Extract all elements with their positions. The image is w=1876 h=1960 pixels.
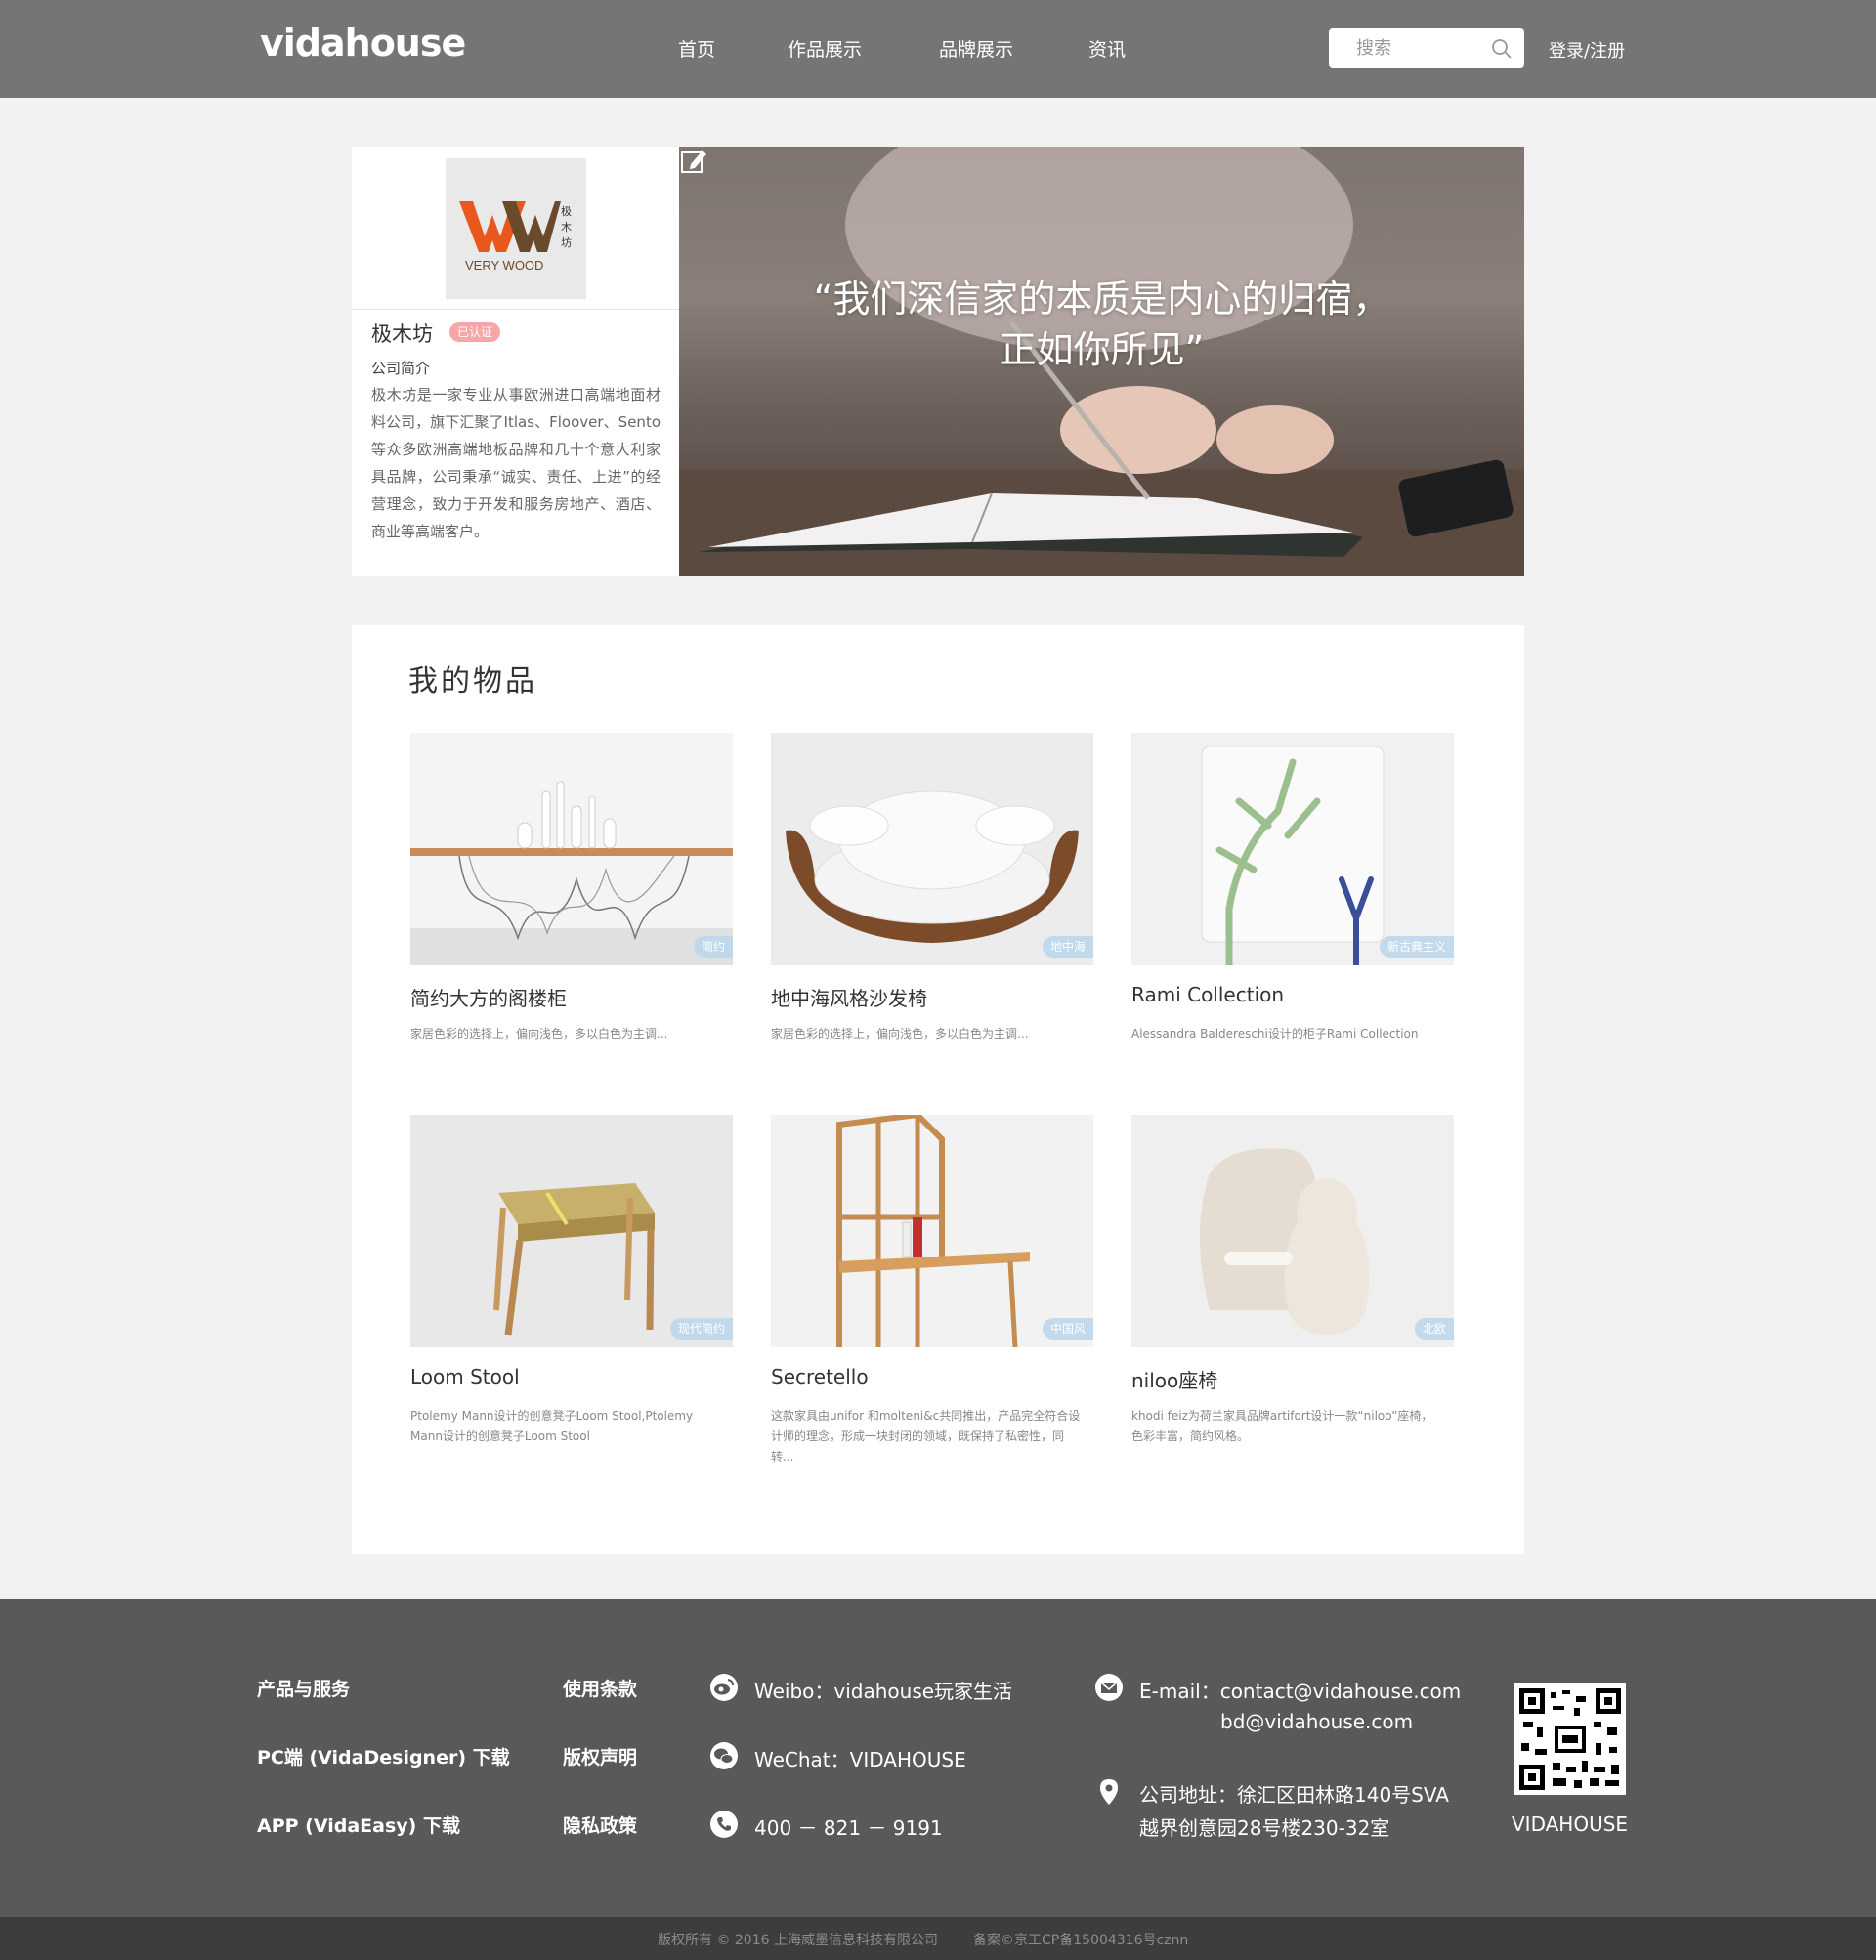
weibo-icon[interactable] — [709, 1673, 739, 1702]
nav-brands[interactable]: 品牌展示 — [939, 35, 1013, 62]
item-desc: khodi feiz为荷兰家具品牌artifort设计一款“niloo”座椅，色… — [1131, 1409, 1433, 1443]
footer-email-1[interactable]: E-mail：contact@vidahouse.com — [1139, 1676, 1461, 1704]
login-register-link[interactable]: 登录/注册 — [1549, 37, 1625, 63]
site-logo[interactable]: vidahouse — [260, 21, 466, 64]
cabinet-image-icon — [1131, 733, 1454, 965]
footer-address-2: 越界创意园28号楼230-32室 — [1139, 1816, 1390, 1840]
style-tag: 现代简约 — [669, 1318, 733, 1340]
chair-image-icon — [1131, 1115, 1454, 1347]
copyright-text: 版权所有 © 2016 上海威墨信息科技有限公司 — [658, 1933, 938, 1948]
item-title: Secretello — [771, 1365, 869, 1388]
item-title: niloo座椅 — [1131, 1369, 1218, 1392]
item-image: 简约 — [410, 733, 733, 965]
footer-phone: 400 － 821 － 9191 — [754, 1816, 943, 1840]
style-tag: 简约 — [693, 936, 733, 958]
footer-weibo: Weibo：vidahouse玩家生活 — [754, 1680, 1013, 1703]
item-card[interactable]: 北欧 niloo座椅 khodi feiz为荷兰家具品牌artifort设计一款… — [1131, 1115, 1454, 1443]
qr-code-icon — [1519, 1688, 1621, 1790]
company-logo: VERY WOOD 极 木 坊 — [446, 158, 586, 299]
quote-line-1: “我们深信家的本质是内心的归宿， — [813, 277, 1390, 320]
item-desc: Alessandra Baldereschi设计的柜子Rami Collecti… — [1131, 1027, 1419, 1041]
wechat-icon[interactable] — [709, 1741, 739, 1770]
item-card[interactable]: 新古典主义 Rami Collection Alessandra Baldere… — [1131, 733, 1454, 1055]
item-image: 中国风 — [771, 1115, 1093, 1347]
divider — [352, 309, 679, 310]
intro-text: 极木坊是一家专业从事欧洲进口高端地面材料公司，旗下汇聚了Itlas、Floove… — [371, 386, 661, 540]
item-title: 简约大方的阁楼柜 — [410, 987, 567, 1010]
company-name: 极木坊 — [371, 322, 433, 346]
desk-image-icon — [771, 1115, 1093, 1347]
cover-banner: “我们深信家的本质是内心的归宿， 正如你所见” — [679, 147, 1524, 576]
item-image: 北欧 — [1131, 1115, 1454, 1347]
style-tag: 北欧 — [1414, 1318, 1454, 1340]
search-input[interactable] — [1356, 28, 1483, 68]
table-image-icon — [410, 733, 733, 965]
copyright-bar: 版权所有 © 2016 上海威墨信息科技有限公司 备案©京工CP备1500431… — [0, 1917, 1876, 1960]
brand-profile: VERY WOOD 极 木 坊 极木坊 已认证 公司简介 极木坊是一家专业从事欧… — [352, 147, 1524, 576]
nav-works[interactable]: 作品展示 — [788, 35, 862, 62]
item-title: Rami Collection — [1131, 983, 1285, 1006]
item-image: 新古典主义 — [1131, 733, 1454, 965]
style-tag: 新古典主义 — [1379, 936, 1454, 958]
item-desc: Ptolemy Mann设计的创意凳子Loom Stool,Ptolemy Ma… — [410, 1409, 694, 1443]
section-title: 我的物品 — [408, 664, 537, 699]
intro-label: 公司简介 — [371, 360, 431, 377]
stool-image-icon — [410, 1115, 733, 1347]
footer-app-download-link[interactable]: APP (VidaEasy) 下载 — [257, 1811, 460, 1838]
item-desc: 这款家具由unifor 和molteni&c共同推出，产品完全符合设计师的理念，… — [771, 1409, 1081, 1464]
item-image: 地中海 — [771, 733, 1093, 965]
search-icon[interactable] — [1491, 38, 1513, 60]
item-title: 地中海风格沙发椅 — [771, 987, 927, 1010]
email-icon[interactable] — [1094, 1673, 1124, 1702]
phone-icon[interactable] — [709, 1810, 739, 1839]
svg-text:VERY WOOD: VERY WOOD — [465, 258, 543, 273]
svg-text:坊: 坊 — [561, 235, 572, 249]
footer-terms-link[interactable]: 使用条款 — [563, 1675, 637, 1701]
edit-icon[interactable] — [679, 147, 708, 176]
footer-products-link[interactable]: 产品与服务 — [257, 1675, 350, 1701]
nav-news[interactable]: 资讯 — [1088, 35, 1126, 62]
site-footer: 产品与服务 PC端 (VidaDesigner) 下载 APP (VidaEas… — [0, 1599, 1876, 1917]
banner-quote: “我们深信家的本质是内心的归宿， 正如你所见” — [679, 274, 1524, 375]
footer-email-2[interactable]: bd@vidahouse.com — [1220, 1710, 1413, 1733]
item-card[interactable]: 简约 简约大方的阁楼柜 家居色彩的选择上，偏向浅色，多以白色为主调... — [410, 733, 733, 1055]
svg-text:木: 木 — [561, 221, 572, 234]
item-desc: 家居色彩的选择上，偏向浅色，多以白色为主调... — [410, 1027, 668, 1041]
search-box — [1329, 28, 1524, 68]
footer-privacy-link[interactable]: 隐私政策 — [563, 1811, 637, 1838]
qr-code — [1514, 1683, 1626, 1795]
item-desc: 家居色彩的选择上，偏向浅色，多以白色为主调... — [771, 1027, 1029, 1041]
very-wood-logo-icon: VERY WOOD 极 木 坊 — [459, 201, 572, 273]
item-card[interactable]: 现代简约 Loom Stool Ptolemy Mann设计的创意凳子Loom … — [410, 1115, 733, 1443]
footer-pc-download-link[interactable]: PC端 (VidaDesigner) 下载 — [257, 1743, 510, 1769]
company-card: VERY WOOD 极 木 坊 极木坊 已认证 公司简介 极木坊是一家专业从事欧… — [352, 147, 679, 576]
armchair-image-icon — [771, 733, 1093, 965]
qr-label: VIDAHOUSE — [1512, 1812, 1629, 1836]
top-header: vidahouse 首页 作品展示 品牌展示 资讯 登录/注册 — [0, 0, 1876, 98]
item-card[interactable]: 中国风 Secretello 这款家具由unifor 和molteni&c共同推… — [771, 1115, 1093, 1464]
verified-badge: 已认证 — [449, 322, 501, 342]
item-card[interactable]: 地中海 地中海风格沙发椅 家居色彩的选择上，偏向浅色，多以白色为主调... — [771, 733, 1093, 1055]
footer-address-1: 公司地址：徐汇区田林路140号SVA — [1139, 1783, 1449, 1807]
style-tag: 地中海 — [1042, 936, 1093, 958]
footer-wechat: WeChat：VIDAHOUSE — [754, 1748, 966, 1771]
item-image: 现代简约 — [410, 1115, 733, 1347]
location-pin-icon — [1100, 1779, 1118, 1805]
item-title: Loom Stool — [410, 1365, 520, 1388]
icp-text: 备案©京工CP备15004316号cznn — [973, 1933, 1189, 1948]
footer-copyright-link[interactable]: 版权声明 — [563, 1743, 637, 1769]
my-items-section: 我的物品 简约 简约大方的阁楼柜 家居色彩的选择上，偏向浅色，多以白色为主调..… — [352, 625, 1524, 1554]
quote-line-2: 正如你所见” — [999, 328, 1205, 371]
nav-home[interactable]: 首页 — [678, 35, 715, 62]
svg-text:极: 极 — [561, 204, 572, 218]
style-tag: 中国风 — [1042, 1318, 1093, 1340]
